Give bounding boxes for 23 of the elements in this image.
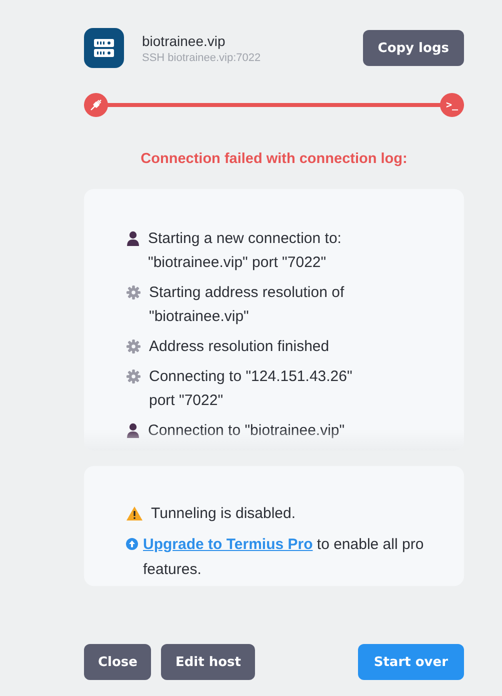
gear-icon — [126, 369, 141, 384]
error-title: Connection failed with connection log: — [140, 151, 408, 167]
gear-icon — [126, 339, 141, 354]
log-line: Starting address resolution of "biotrainee.vip" — [149, 283, 346, 327]
log-line: Address resolution finished — [149, 337, 330, 357]
terminal-badge: >_ — [440, 93, 464, 117]
host-name: biotrainee.vip — [142, 32, 226, 48]
copy-logs-button[interactable]: Copy logs — [362, 30, 464, 66]
server-icon — [84, 28, 124, 68]
log-line: Connection to "biotrainee.vip" — [148, 421, 345, 441]
person-icon — [126, 423, 140, 438]
person-icon — [126, 231, 140, 246]
start-over-button[interactable]: Start over — [358, 644, 464, 680]
log-line: Connecting to "124.151.43.26" port "7022" — [149, 367, 354, 411]
upgrade-icon — [126, 538, 138, 550]
log-line: Starting a new connection to: "biotrainee.vip" port "7022" — [148, 229, 342, 273]
host-address: SSH biotrainee.vip:7022 — [142, 52, 262, 64]
gear-icon — [126, 285, 141, 300]
warning-text: Tunneling is disabled. — [151, 504, 296, 524]
edit-host-button[interactable]: Edit host — [161, 644, 256, 680]
warning-icon — [126, 506, 143, 521]
close-button[interactable]: Close — [84, 644, 152, 680]
upgrade-message: Upgrade to Termius Pro to enable all pro features. — [143, 535, 424, 580]
